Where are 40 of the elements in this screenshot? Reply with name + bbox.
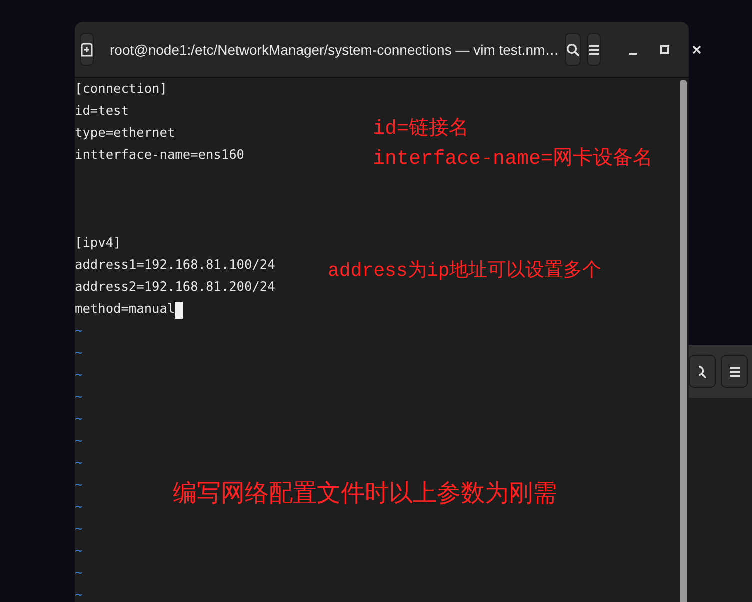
empty-line-marker: ~ xyxy=(75,323,83,341)
empty-line-marker: ~ xyxy=(75,587,83,602)
code-line: address2=192.168.81.200/24 xyxy=(75,279,276,297)
empty-line-marker: ~ xyxy=(75,389,83,407)
window-title: root@node1:/etc/NetworkManager/system-connections — vim test.nm… xyxy=(109,42,560,58)
empty-line-marker: ~ xyxy=(75,499,83,517)
empty-line-marker: ~ xyxy=(75,521,83,539)
empty-line-marker: ~ xyxy=(75,543,83,561)
maximize-icon xyxy=(660,44,670,54)
annotation-text: address为ip地址可以设置多个 xyxy=(328,260,602,283)
code-line: type=ethernet xyxy=(75,125,176,143)
empty-line-marker: ~ xyxy=(75,477,83,495)
menu-button[interactable] xyxy=(721,355,748,388)
empty-line-marker: ~ xyxy=(75,565,83,583)
empty-line-marker: ~ xyxy=(75,455,83,473)
code-line: [connection] xyxy=(75,81,168,99)
search-icon xyxy=(566,42,580,56)
annotation-text: 编写网络配置文件时以上参数为刚需 xyxy=(173,482,557,511)
empty-line-marker: ~ xyxy=(75,433,83,451)
empty-line-marker: ~ xyxy=(75,367,83,385)
code-line: [ipv4] xyxy=(75,235,122,253)
empty-line-marker: ~ xyxy=(75,411,83,429)
new-tab-icon xyxy=(81,42,93,56)
search-button[interactable] xyxy=(689,355,716,388)
menu-icon xyxy=(588,44,600,56)
close-icon xyxy=(692,44,702,54)
scrollbar[interactable] xyxy=(680,80,687,602)
new-tab-button[interactable] xyxy=(80,33,94,66)
annotation-text: id=链接名 xyxy=(373,118,470,142)
code-line: id=test xyxy=(75,103,129,121)
menu-icon xyxy=(728,366,740,378)
minimize-icon xyxy=(629,52,638,54)
search-icon xyxy=(699,364,706,378)
code-line: intterface-name=ens160 xyxy=(75,147,244,165)
empty-line-marker: ~ xyxy=(75,345,83,363)
annotation-text: interface-name=网卡设备名 xyxy=(373,148,654,172)
search-button[interactable] xyxy=(565,33,582,66)
code-line: method=manual xyxy=(75,301,176,319)
menu-button[interactable] xyxy=(587,33,602,66)
code-line: address1=192.168.81.100/24 xyxy=(75,257,276,275)
